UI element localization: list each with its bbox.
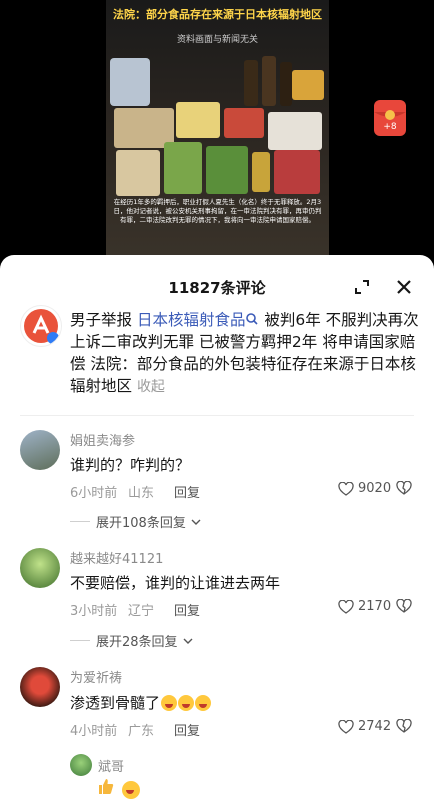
like-count: 2170 [358,599,392,614]
food-product-box [292,70,324,100]
dislike-button[interactable] [396,599,412,613]
comment-username[interactable]: 越来越好41121 [70,548,163,567]
reply-button[interactable]: 回复 [174,600,200,619]
avatar[interactable] [20,305,62,347]
comment-username[interactable]: 斌哥 [98,756,124,775]
food-product-pack [224,108,264,138]
like-button[interactable]: 9020 [338,481,391,496]
topic-link[interactable]: 日本核辐射食品 [137,311,260,329]
like-button[interactable]: 2170 [338,599,391,614]
comment-username[interactable]: 娟姐卖海参 [70,430,135,449]
food-product-pack [206,146,248,194]
broken-heart-icon [396,481,412,495]
food-product-pack [274,150,320,194]
reply-button[interactable]: 回复 [174,720,200,739]
heart-icon [338,481,354,496]
food-product-pack [164,142,202,194]
dislike-button[interactable] [396,719,412,733]
expand-replies-button[interactable]: 展开108条回复 [70,512,202,531]
red-packet-icon[interactable]: +8 [372,98,408,138]
like-count: 9020 [358,481,392,496]
expand-replies-button[interactable]: 展开28条回复 [70,631,194,650]
food-product-bottle [280,62,292,106]
video-frame[interactable]: 法院：部分食品存在来源于日本核辐射地区 资料画面与新闻无关 在经历1年多的羁押后… [106,0,329,262]
comment-username[interactable]: 为爱祈祷 [70,667,122,686]
video-caption: 在经历1年多的羁押后，职业打假人夏先生（化名）终于无罪释放。2月3日，他对记者说… [113,198,322,224]
comment-location: 广东 [128,724,155,739]
comment-location: 辽宁 [128,604,155,619]
expand-replies-label: 展开108条回复 [96,516,186,531]
food-product-bottle [262,56,276,106]
thumbs-up-emoji-icon [99,779,114,794]
avatar[interactable] [20,548,60,588]
heart-icon [338,599,354,614]
expand-icon[interactable] [352,277,372,297]
heart-icon [338,719,354,734]
laughing-crying-emoji-icon [161,695,178,711]
video-note: 资料画面与新闻无关 [176,35,258,45]
broken-heart-icon [396,599,412,613]
video-headline: 法院：部分食品存在来源于日本核辐射地区 [113,8,322,21]
expand-divider [70,521,90,522]
laughing-crying-emoji-icon [195,695,212,711]
sheet-header: 11827条评论 [0,271,434,301]
top-comment-part1: 男子举报 [70,311,137,329]
like-count: 2742 [358,719,392,734]
top-comment-text: 男子举报 日本核辐射食品 被判6年 不服判决再次上诉二审改判无罪 已被警方羁押2… [70,309,420,398]
food-product-can [110,58,150,106]
collapse-button[interactable]: 收起 [137,379,165,395]
comment-time: 6小时前 [70,486,118,501]
comment-location: 山东 [128,486,155,501]
comment-sheet: 11827条评论 男子举报 日本核辐射食品 被判6年 不服判决再次上诉二审改判无… [0,255,434,800]
red-packet-badge: +8 [383,122,397,132]
like-button[interactable]: 2742 [338,719,391,734]
search-icon [246,313,259,325]
comment-text: 谁判的？咋判的？ [70,456,191,474]
comment-text: 渗透到骨髓了 [70,692,212,713]
video-player[interactable]: 法院：部分食品存在来源于日本核辐射地区 资料画面与新闻无关 在经历1年多的羁押后… [0,0,434,262]
broken-heart-icon [396,719,412,733]
topic-link-label: 日本核辐射食品 [136,311,246,329]
dislike-button[interactable] [396,481,412,495]
avatar[interactable] [20,430,60,470]
comment-text-body: 渗透到骨髓了 [70,694,161,712]
avatar[interactable] [70,754,92,776]
expand-replies-label: 展开28条回复 [96,635,178,650]
food-product-bottle [244,60,258,106]
food-product-pack [176,102,220,138]
chevron-down-icon [191,519,201,525]
reply-button[interactable]: 回复 [174,482,200,501]
shushing-emoji-icon [122,781,141,799]
food-product-jar [116,150,160,196]
chevron-down-icon [183,638,193,644]
food-product-pack [268,112,322,150]
close-icon[interactable] [394,277,414,297]
comment-time: 3小时前 [70,604,118,619]
food-product-can [252,152,270,192]
comment-text: 不要赔偿，谁判的让谁进去两年 [70,574,281,592]
comment-time: 4小时前 [70,724,118,739]
laughing-crying-emoji-icon [178,695,195,711]
avatar[interactable] [20,667,60,707]
expand-divider [70,640,90,641]
reply-emoji-row [96,776,141,800]
divider [20,415,414,416]
